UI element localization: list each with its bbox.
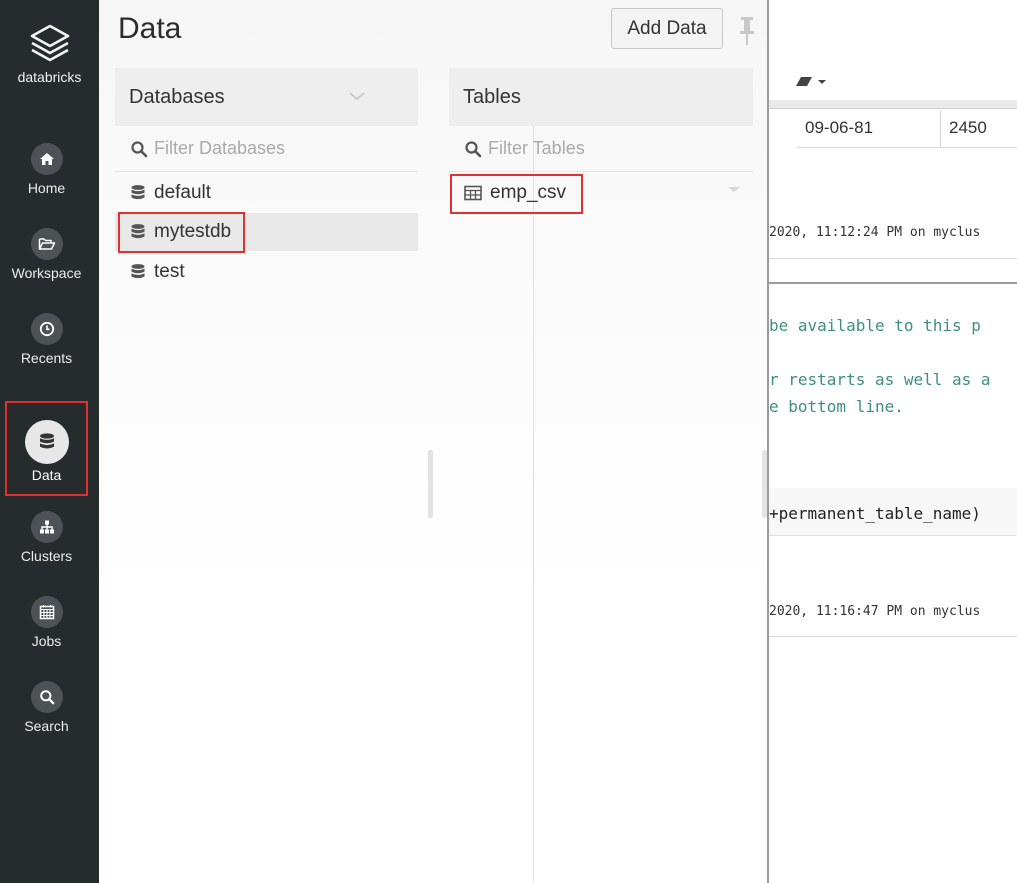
mytestdb-highlight: [118, 212, 245, 253]
filter-tables-placeholder: Filter Tables: [488, 138, 585, 158]
result-cell-value: 2450: [941, 110, 1017, 148]
result-cell-date: 09-06-81: [797, 110, 941, 148]
cell-run-info: 2020, 11:12:24 PM on myclus: [769, 225, 981, 240]
nav-item-workspace[interactable]: Workspace: [0, 228, 93, 281]
result-grid-header: [769, 100, 1017, 109]
code-comment-line: r restarts as well as a: [769, 370, 991, 389]
add-data-button[interactable]: Add Data: [611, 8, 723, 49]
nav-item-jobs[interactable]: Jobs: [0, 596, 93, 649]
database-item-test[interactable]: test: [115, 253, 418, 291]
calendar-icon: [39, 605, 54, 620]
nav-recents-circle: [30, 313, 63, 345]
nav-workspace-label: Workspace: [11, 265, 82, 281]
search-icon: [465, 140, 482, 157]
data-nav-highlight: [5, 401, 88, 496]
database-name: test: [154, 261, 185, 282]
nav-item-clusters[interactable]: Clusters: [0, 511, 93, 564]
nav-search-circle: [30, 681, 63, 713]
emp-csv-highlight: [450, 174, 583, 214]
left-nav-sidebar: databricks Home Workspace Recents Data C…: [0, 0, 99, 883]
filter-databases-placeholder: Filter Databases: [154, 138, 286, 158]
folder-open-icon: [38, 238, 55, 250]
nav-home-circle: [30, 143, 63, 175]
data-drawer: Data Add Data Databases Filter Databases…: [99, 0, 769, 883]
drawer-title: Data: [118, 12, 182, 45]
nav-item-search[interactable]: Search: [0, 681, 93, 734]
code-comment-line: e bottom line.: [769, 397, 904, 416]
nav-recents-label: Recents: [20, 350, 73, 366]
nav-home-label: Home: [27, 180, 66, 196]
caret-down-icon: [728, 187, 740, 192]
filter-tables-input[interactable]: Filter Tables: [449, 126, 753, 172]
nav-clusters-circle: [30, 511, 63, 543]
brand-logo[interactable]: databricks: [0, 22, 99, 85]
cell-run-info: 2020, 11:16:47 PM on myclus: [769, 604, 981, 619]
database-icon: [131, 264, 145, 279]
search-icon: [131, 140, 148, 157]
search-icon: [39, 690, 54, 705]
nav-item-recents[interactable]: Recents: [0, 313, 93, 366]
tables-header-label: Tables: [463, 86, 521, 108]
nav-jobs-circle: [30, 596, 63, 628]
filter-databases-input[interactable]: Filter Databases: [115, 126, 418, 172]
nav-search-label: Search: [24, 718, 69, 734]
pin-icon[interactable]: [737, 16, 757, 46]
cell-top-border: [769, 282, 1017, 284]
eraser-icon[interactable]: [793, 74, 833, 90]
sitemap-icon: [39, 520, 54, 534]
databases-header-label: Databases: [129, 86, 225, 108]
brand-label: databricks: [17, 69, 82, 85]
database-icon: [131, 185, 145, 200]
nav-item-home[interactable]: Home: [0, 143, 93, 196]
layers-icon: [30, 24, 69, 62]
cell-separator: [769, 636, 1017, 637]
tables-header: Tables: [449, 68, 753, 126]
home-icon: [39, 153, 54, 165]
nav-workspace-circle: [30, 228, 63, 260]
databases-header: Databases: [115, 68, 418, 126]
database-item-default[interactable]: default: [115, 174, 418, 212]
cell-separator: [769, 258, 1017, 259]
clock-icon: [39, 321, 54, 337]
code-comment-line: be available to this p: [769, 316, 981, 335]
nav-jobs-label: Jobs: [31, 633, 62, 649]
nav-clusters-label: Clusters: [20, 548, 73, 564]
notebook-background: 09-06-81 2450 2020, 11:12:24 PM on myclu…: [769, 0, 1017, 883]
chevron-down-icon[interactable]: [348, 90, 366, 102]
drawer-edge: [767, 0, 769, 883]
column-resize-handle[interactable]: [428, 450, 433, 518]
code-line: +permanent_table_name): [769, 504, 981, 523]
database-name: default: [154, 182, 212, 203]
